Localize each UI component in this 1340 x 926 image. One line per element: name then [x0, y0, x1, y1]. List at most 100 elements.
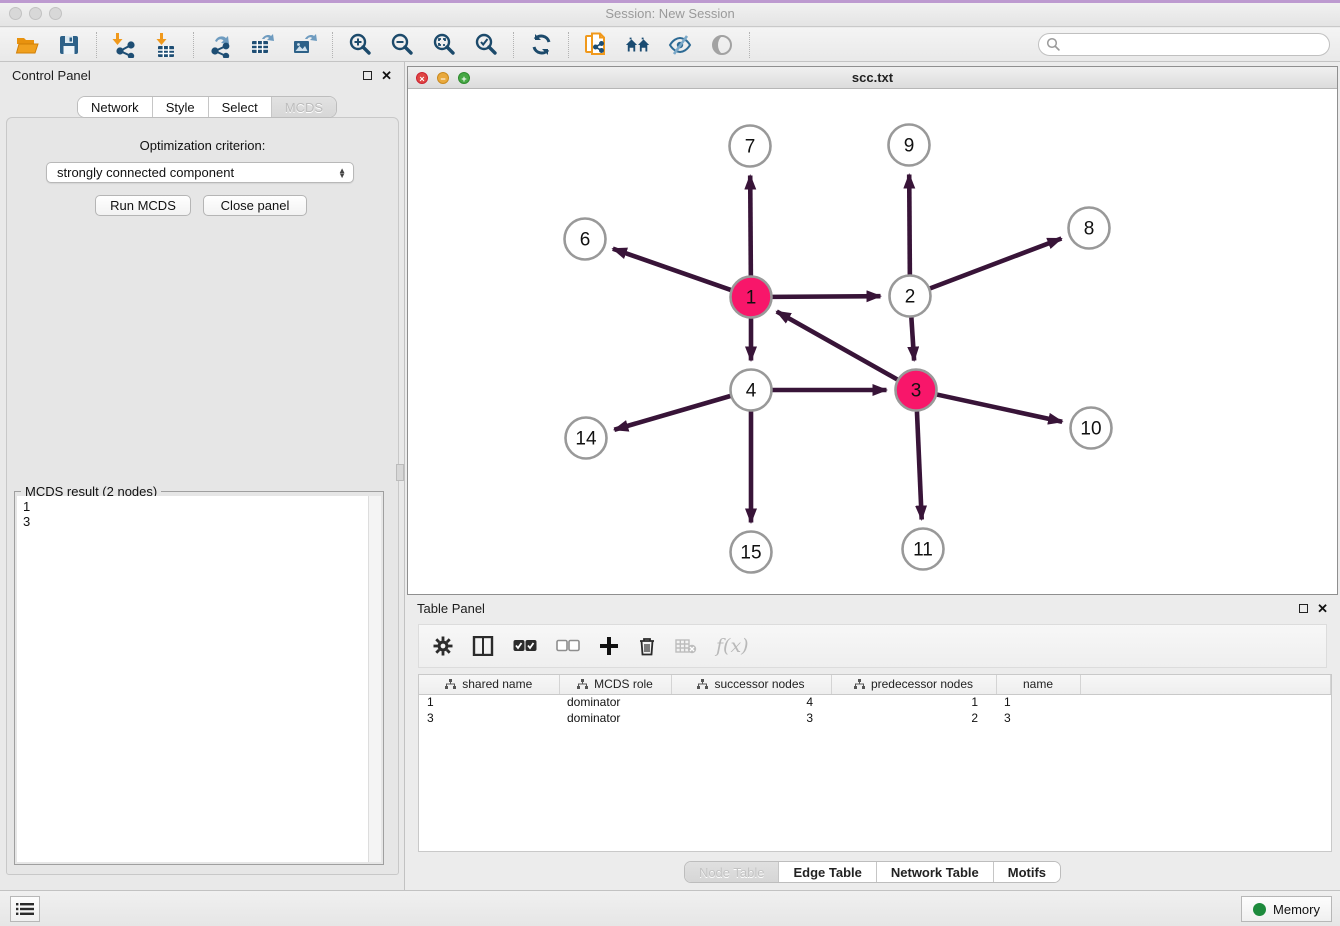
table-row[interactable]: 3dominator323: [419, 710, 1331, 726]
apply-layout-icon[interactable]: [528, 32, 554, 58]
network-maximize-icon[interactable]: +: [458, 72, 470, 84]
show-all-icon[interactable]: [709, 32, 735, 58]
table-cell[interactable]: 3: [996, 710, 1080, 726]
create-column-icon[interactable]: [599, 636, 619, 656]
tab-style[interactable]: Style: [153, 97, 209, 117]
graph-node-14[interactable]: 14: [566, 418, 607, 459]
close-table-panel-icon[interactable]: ✕: [1317, 604, 1328, 613]
column-header-MCDS-role[interactable]: MCDS role: [559, 675, 671, 694]
result-scrollbar[interactable]: [368, 496, 381, 862]
node-label-6: 6: [580, 230, 591, 251]
graph-node-10[interactable]: 10: [1071, 408, 1112, 449]
tab-network[interactable]: Network: [78, 97, 153, 117]
column-header-shared-name[interactable]: shared name: [419, 675, 559, 694]
fit-content-icon[interactable]: [431, 32, 457, 58]
graph-node-9[interactable]: 9: [889, 125, 930, 166]
mac-titlebar: Session: New Session: [0, 0, 1340, 27]
graph-edge-3-11[interactable]: [917, 411, 922, 519]
import-table-icon[interactable]: [153, 32, 179, 58]
float-table-panel-icon[interactable]: [1299, 604, 1308, 613]
show-column-icon[interactable]: [472, 636, 494, 656]
column-header-successor-nodes[interactable]: successor nodes: [671, 675, 831, 694]
open-session-icon[interactable]: [14, 32, 40, 58]
graph-edge-2-9[interactable]: [909, 174, 910, 274]
network-close-icon[interactable]: ×: [416, 72, 428, 84]
float-panel-icon[interactable]: [363, 71, 372, 80]
import-network-icon[interactable]: [111, 32, 137, 58]
table-cell[interactable]: 3: [671, 710, 831, 726]
hide-selected-icon[interactable]: [667, 32, 693, 58]
tab-node-table[interactable]: Node Table: [685, 862, 780, 882]
table-cell[interactable]: 1: [419, 694, 559, 710]
graph-edge-1-7[interactable]: [750, 175, 751, 275]
network-home-icon[interactable]: [625, 32, 651, 58]
network-window-titlebar: × − + scc.txt: [408, 67, 1337, 89]
table-cell[interactable]: 2: [831, 710, 996, 726]
delete-column-icon[interactable]: [638, 636, 656, 656]
panel-splitter-grip[interactable]: [396, 464, 404, 481]
network-canvas[interactable]: 1 2 3 4 6 7 8 9 10 11 14 15: [408, 89, 1337, 594]
node-label-10: 10: [1080, 419, 1101, 440]
graph-edge-2-3[interactable]: [911, 317, 914, 360]
export-table-icon[interactable]: [250, 32, 276, 58]
graph-node-7[interactable]: 7: [730, 126, 771, 167]
close-panel-button[interactable]: Close panel: [203, 195, 307, 216]
graph-node-1[interactable]: 1: [731, 277, 772, 318]
zoom-selected-icon[interactable]: [473, 32, 499, 58]
network-minimize-icon[interactable]: −: [437, 72, 449, 84]
session-title: Session: New Session: [0, 6, 1340, 21]
graph-edge-3-1[interactable]: [777, 311, 898, 379]
save-session-icon[interactable]: [56, 32, 82, 58]
graph-edge-3-10[interactable]: [937, 395, 1062, 422]
graph-edge-4-14[interactable]: [614, 396, 730, 430]
toolbar-group-layout: [514, 32, 569, 58]
node-label-1: 1: [746, 288, 757, 309]
control-panel-header: Control Panel ✕: [0, 62, 404, 88]
graph-edge-2-8[interactable]: [930, 238, 1061, 288]
clone-network-icon[interactable]: [583, 32, 609, 58]
criterion-dropdown[interactable]: strongly connected component ▲▼: [46, 162, 354, 183]
export-network-icon[interactable]: [208, 32, 234, 58]
search-input[interactable]: [1038, 33, 1330, 56]
table-cell[interactable]: 4: [671, 694, 831, 710]
network-view-window: × − + scc.txt 1 2 3 4 6 7 8 9 10 11 14 15: [407, 66, 1338, 595]
tab-edge-table[interactable]: Edge Table: [779, 862, 876, 882]
export-image-icon[interactable]: [292, 32, 318, 58]
tab-select[interactable]: Select: [209, 97, 272, 117]
table-cell[interactable]: 1: [996, 694, 1080, 710]
table-cell[interactable]: 1: [831, 694, 996, 710]
zoom-out-icon[interactable]: [389, 32, 415, 58]
log-console-button[interactable]: [10, 896, 40, 922]
table-cell[interactable]: dominator: [559, 694, 671, 710]
graph-edge-1-6[interactable]: [613, 249, 731, 290]
tab-network-table[interactable]: Network Table: [877, 862, 994, 882]
table-toolbar: f(x): [418, 624, 1327, 668]
graph-node-15[interactable]: 15: [731, 532, 772, 573]
zoom-in-icon[interactable]: [347, 32, 373, 58]
graph-node-4[interactable]: 4: [731, 370, 772, 411]
search-icon: [1046, 37, 1061, 57]
close-panel-icon[interactable]: ✕: [381, 71, 392, 80]
run-mcds-button[interactable]: Run MCDS: [95, 195, 191, 216]
deselect-all-icon[interactable]: [556, 639, 580, 653]
table-cell[interactable]: 3: [419, 710, 559, 726]
graph-node-11[interactable]: 11: [903, 529, 944, 570]
graph-node-3[interactable]: 3: [896, 370, 937, 411]
graph-node-8[interactable]: 8: [1069, 208, 1110, 249]
network-window-title: scc.txt: [408, 67, 1337, 88]
tab-mcds[interactable]: MCDS: [272, 97, 336, 117]
graph-node-2[interactable]: 2: [890, 276, 931, 317]
dropdown-stepper-icon: ▲▼: [338, 168, 346, 178]
table-cell[interactable]: dominator: [559, 710, 671, 726]
table-settings-gear-icon[interactable]: [433, 636, 453, 656]
node-label-11: 11: [913, 540, 933, 561]
mcds-result-text[interactable]: 1 3: [17, 496, 369, 862]
column-header-name[interactable]: name: [996, 675, 1080, 694]
graph-edge-1-2[interactable]: [772, 296, 880, 297]
select-all-icon[interactable]: [513, 639, 537, 653]
memory-button[interactable]: Memory: [1241, 896, 1332, 922]
graph-node-6[interactable]: 6: [565, 219, 606, 260]
tab-motifs[interactable]: Motifs: [994, 862, 1060, 882]
table-row[interactable]: 1dominator411: [419, 694, 1331, 710]
column-header-predecessor-nodes[interactable]: predecessor nodes: [831, 675, 996, 694]
